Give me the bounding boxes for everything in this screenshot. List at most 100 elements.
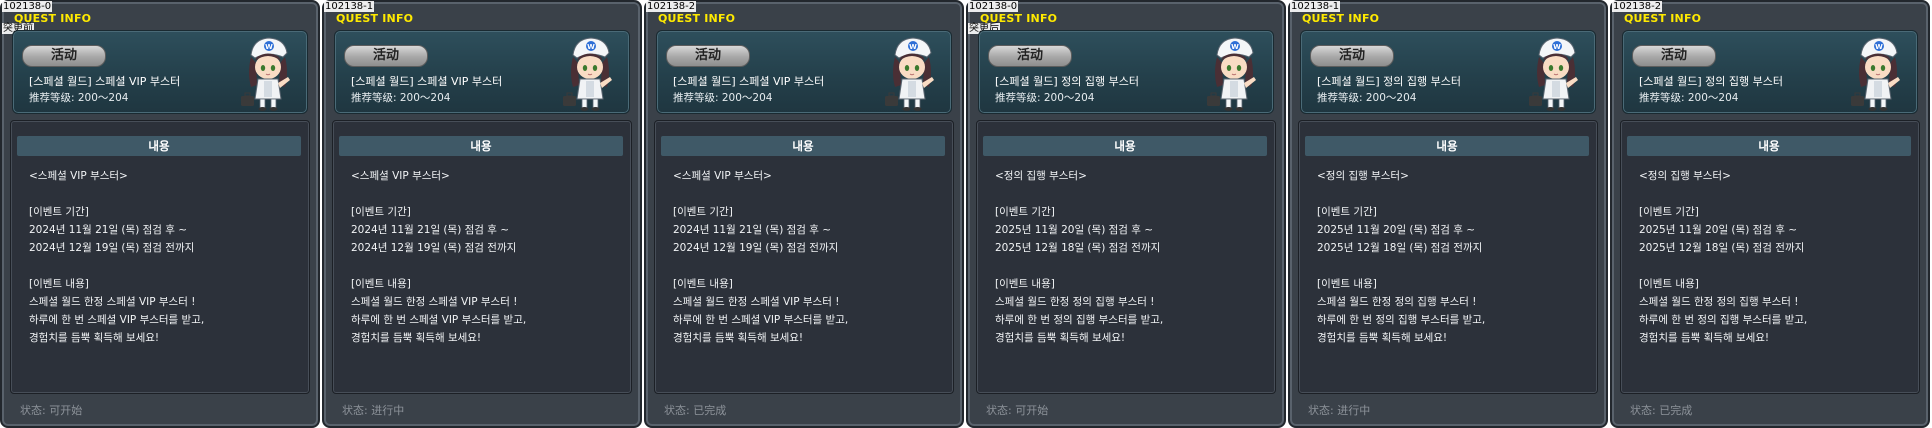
quest-status: 状态: 可开始 bbox=[20, 404, 83, 417]
content-header: 내용 bbox=[17, 136, 301, 156]
content-line: 하루에 한 번 스페셜 VIP 부스터를 받고, bbox=[351, 314, 527, 326]
content-header: 내용 bbox=[661, 136, 945, 156]
content-line: 하루에 한 번 정의 집행 부스터를 받고, bbox=[1639, 314, 1808, 326]
svg-text:W: W bbox=[265, 43, 273, 51]
panel-id-label: 102138-2 bbox=[1612, 1, 1663, 12]
recommended-level: 推荐等级: 200～204 bbox=[995, 92, 1095, 104]
quest-info-panel-0: 102138-0 QUEST INFO 突更前 活动 [스페셜 월드] 스페셜 … bbox=[0, 0, 320, 428]
content-line: 스페셜 월드 한정 스페셜 VIP 부스터 ! bbox=[351, 296, 518, 308]
content-line: [이벤트 내용] bbox=[351, 278, 411, 290]
content-line: 2024년 12월 19일 (목) 점검 전까지 bbox=[673, 242, 839, 254]
content-line: 스페셜 월드 한정 정의 집행 부스터 ! bbox=[1317, 296, 1477, 308]
content-line: 2025년 11월 20일 (목) 점검 후 ~ bbox=[995, 224, 1154, 236]
content-line: [이벤트 기간] bbox=[673, 206, 733, 218]
content-line: 하루에 한 번 정의 집행 부스터를 받고, bbox=[995, 314, 1164, 326]
content-line: 2024년 12월 19일 (목) 점검 전까지 bbox=[29, 242, 195, 254]
quest-info-panel-3: 102138-0 QUEST INFO 突更后 活动 [스페셜 월드] 정의 집… bbox=[966, 0, 1286, 428]
content-line bbox=[1317, 257, 1587, 275]
quest-status: 状态: 进行中 bbox=[1308, 404, 1371, 417]
content-header: 내용 bbox=[1627, 136, 1911, 156]
recommended-level: 推荐等级: 200～204 bbox=[1639, 92, 1739, 104]
panel-id-label: 102138-0 bbox=[968, 1, 1019, 12]
panel-id-label: 102138-1 bbox=[1290, 1, 1341, 12]
quest-content-box: 내용 <스페셜 VIP 부스터> [이벤트 기간] 2024년 11월 21일 (목… bbox=[654, 120, 954, 394]
content-line: 2024년 11월 21일 (목) 점검 후 ~ bbox=[29, 224, 188, 236]
quest-status: 状态: 进行中 bbox=[342, 404, 405, 417]
content-text: <정의 집행 부스터> [이벤트 기간] 2025년 11월 20일 (목) 점검 … bbox=[1317, 167, 1587, 347]
content-line: 경험치를 듬뿍 획득해 보세요! bbox=[1317, 332, 1448, 344]
quest-content-box: 내용 <정의 집행 부스터> [이벤트 기간] 2025년 11월 20일 (목) … bbox=[1298, 120, 1598, 394]
quest-header: 活动 [스페셜 월드] 스페셜 VIP 부스터 推荐等级: 200～204 W bbox=[12, 30, 308, 114]
panel-title: QUEST INFO bbox=[1624, 12, 1702, 25]
content-line: 2024년 11월 21일 (목) 점검 후 ~ bbox=[351, 224, 510, 236]
content-line: <스페셜 VIP 부스터> bbox=[673, 170, 772, 182]
quest-content-box: 내용 <정의 집행 부스터> [이벤트 기간] 2025년 11월 20일 (목) … bbox=[1620, 120, 1920, 394]
content-line: 스페셜 월드 한정 정의 집행 부스터 ! bbox=[1639, 296, 1799, 308]
quest-header: 活动 [스페셜 월드] 정의 집행 부스터 推荐等级: 200～204 W bbox=[1300, 30, 1596, 114]
panel-title: QUEST INFO bbox=[1302, 12, 1380, 25]
quest-info-panel-5: 102138-2 QUEST INFO 活动 [스페셜 월드] 정의 집행 부스… bbox=[1610, 0, 1930, 428]
content-text: <스페셜 VIP 부스터> [이벤트 기간] 2024년 11월 21일 (목) 점… bbox=[29, 167, 299, 347]
panel-title: QUEST INFO bbox=[336, 12, 414, 25]
content-line: [이벤트 기간] bbox=[1317, 206, 1377, 218]
event-tag: 活动 bbox=[988, 45, 1072, 67]
content-line: <정의 집행 부스터> bbox=[995, 170, 1087, 182]
content-line: 2025년 12월 18일 (목) 점검 전까지 bbox=[995, 242, 1161, 254]
content-header: 내용 bbox=[1305, 136, 1589, 156]
panel-id-label: 102138-2 bbox=[646, 1, 697, 12]
recommended-level: 推荐等级: 200～204 bbox=[351, 92, 451, 104]
content-header: 내용 bbox=[339, 136, 623, 156]
recommended-level: 推荐等级: 200～204 bbox=[29, 92, 129, 104]
content-line: 하루에 한 번 스페셜 VIP 부스터를 받고, bbox=[29, 314, 205, 326]
npc-portrait-icon: W bbox=[885, 37, 934, 111]
quest-name: [스페셜 월드] 정의 집행 부스터 bbox=[1317, 75, 1462, 88]
quest-name: [스페셜 월드] 정의 집행 부스터 bbox=[1639, 75, 1784, 88]
content-line: 경험치를 듬뿍 획득해 보세요! bbox=[995, 332, 1126, 344]
svg-text:W: W bbox=[909, 43, 917, 51]
panel-title: QUEST INFO bbox=[658, 12, 736, 25]
content-line: 스페셜 월드 한정 스페셜 VIP 부스터 ! bbox=[673, 296, 840, 308]
event-tag: 活动 bbox=[22, 45, 106, 67]
content-line bbox=[351, 185, 621, 203]
content-line: 2025년 11월 20일 (목) 점검 후 ~ bbox=[1639, 224, 1798, 236]
content-line: 경험치를 듬뿍 획득해 보세요! bbox=[673, 332, 804, 344]
content-line: 스페셜 월드 한정 스페셜 VIP 부스터 ! bbox=[29, 296, 196, 308]
content-line: 2024년 12월 19일 (목) 점검 전까지 bbox=[351, 242, 517, 254]
quest-header: 活动 [스페셜 월드] 정의 집행 부스터 推荐等级: 200～204 W bbox=[978, 30, 1274, 114]
content-line: 2025년 12월 18일 (목) 점검 전까지 bbox=[1639, 242, 1805, 254]
npc-portrait-icon: W bbox=[241, 37, 290, 111]
content-line: <정의 집행 부스터> bbox=[1639, 170, 1731, 182]
content-line bbox=[1317, 185, 1587, 203]
content-text: <정의 집행 부스터> [이벤트 기간] 2025년 11월 20일 (목) 점검 … bbox=[995, 167, 1265, 347]
quest-name: [스페셜 월드] 스페셜 VIP 부스터 bbox=[351, 75, 503, 88]
event-tag: 活动 bbox=[666, 45, 750, 67]
content-line: <정의 집행 부스터> bbox=[1317, 170, 1409, 182]
quest-info-panel-1: 102138-1 QUEST INFO 活动 [스페셜 월드] 스페셜 VIP … bbox=[322, 0, 642, 428]
recommended-level: 推荐等级: 200～204 bbox=[673, 92, 773, 104]
content-line: 2024년 11월 21일 (목) 점검 후 ~ bbox=[673, 224, 832, 236]
quest-header: 活动 [스페셜 월드] 스페셜 VIP 부스터 推荐等级: 200～204 W bbox=[656, 30, 952, 114]
quest-status: 状态: 可开始 bbox=[986, 404, 1049, 417]
quest-name: [스페셜 월드] 정의 집행 부스터 bbox=[995, 75, 1140, 88]
quest-header: 活动 [스페셜 월드] 스페셜 VIP 부스터 推荐等级: 200～204 W bbox=[334, 30, 630, 114]
content-line bbox=[1639, 257, 1909, 275]
content-line bbox=[995, 257, 1265, 275]
content-line bbox=[29, 185, 299, 203]
content-line bbox=[351, 257, 621, 275]
quest-info-panel-4: 102138-1 QUEST INFO 活动 [스페셜 월드] 정의 집행 부스… bbox=[1288, 0, 1608, 428]
content-line: 경험치를 듬뿍 획득해 보세요! bbox=[351, 332, 482, 344]
quest-name: [스페셜 월드] 스페셜 VIP 부스터 bbox=[29, 75, 181, 88]
content-line: [이벤트 내용] bbox=[1639, 278, 1699, 290]
event-tag: 活动 bbox=[1632, 45, 1716, 67]
npc-portrait-icon: W bbox=[1529, 37, 1578, 111]
content-line: <스페셜 VIP 부스터> bbox=[351, 170, 450, 182]
panel-id-label: 102138-1 bbox=[324, 1, 375, 12]
npc-portrait-icon: W bbox=[1851, 37, 1900, 111]
content-line: [이벤트 기간] bbox=[995, 206, 1055, 218]
content-line: [이벤트 기간] bbox=[351, 206, 411, 218]
quest-status: 状态: 已完成 bbox=[1630, 404, 1693, 417]
content-line bbox=[673, 185, 943, 203]
quest-content-box: 내용 <스페셜 VIP 부스터> [이벤트 기간] 2024년 11월 21일 (목… bbox=[332, 120, 632, 394]
quest-header: 活动 [스페셜 월드] 정의 집행 부스터 推荐等级: 200～204 W bbox=[1622, 30, 1918, 114]
svg-text:W: W bbox=[587, 43, 595, 51]
